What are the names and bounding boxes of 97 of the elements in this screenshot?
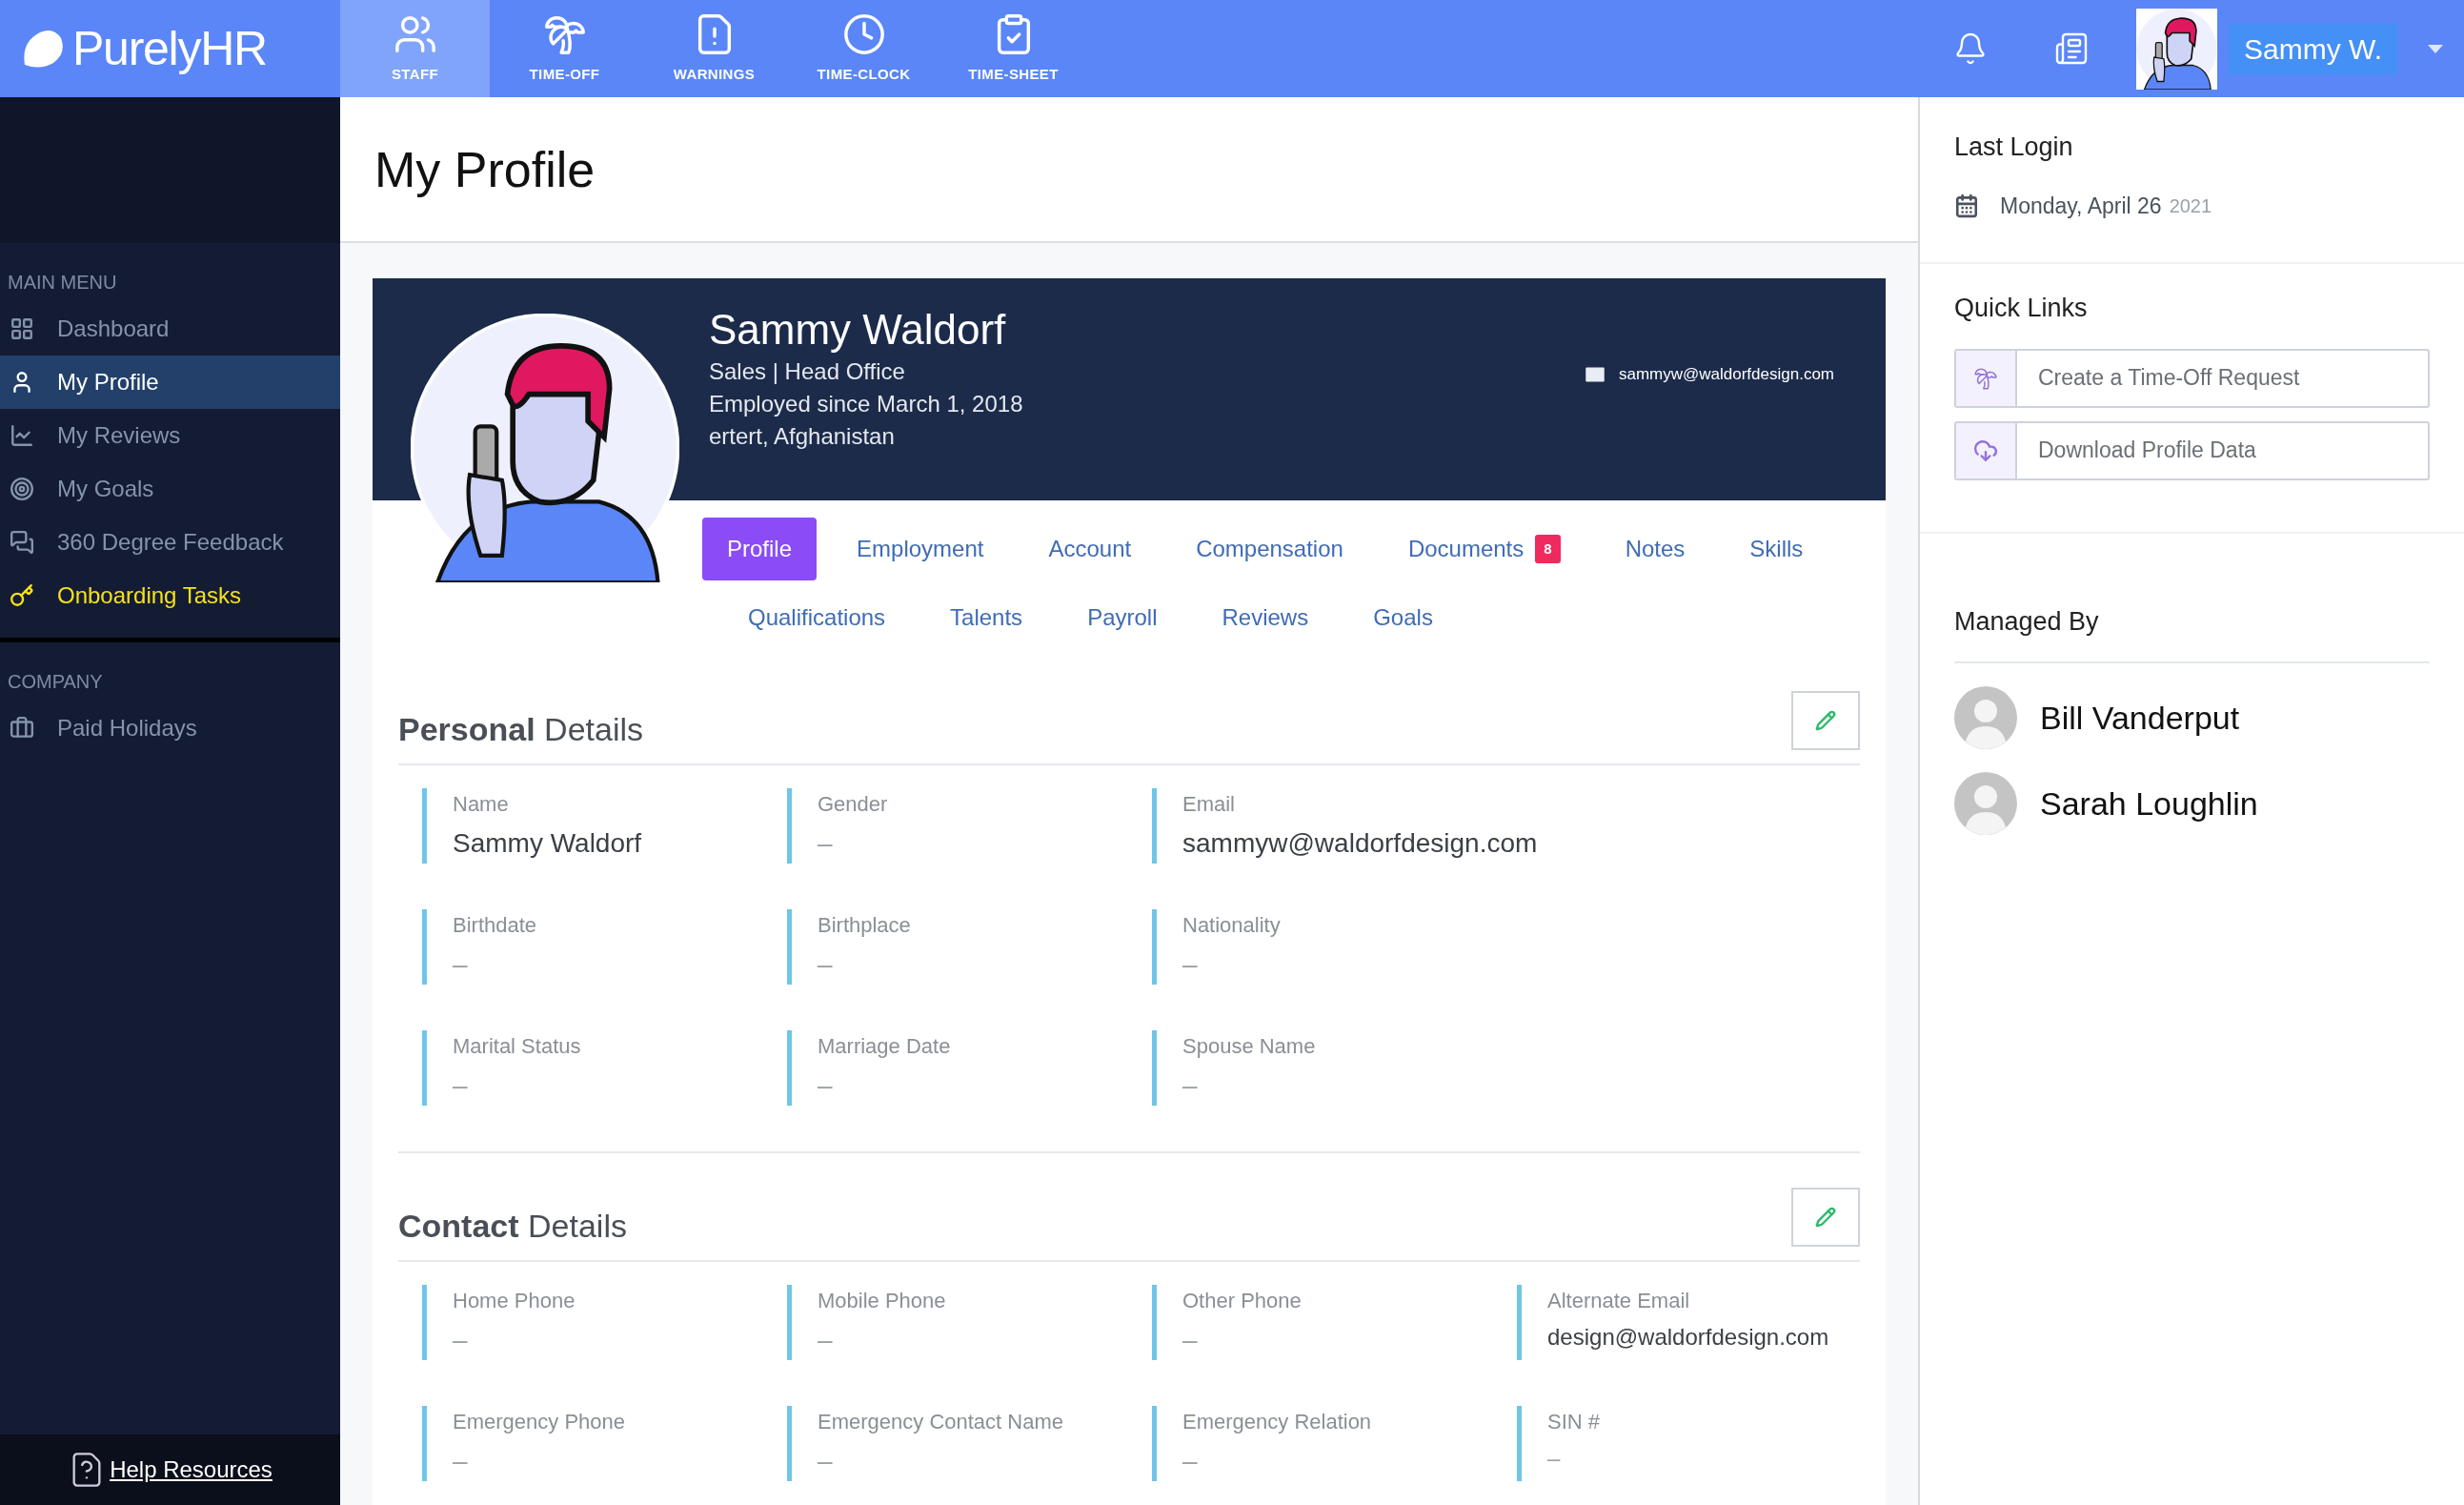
menu-icon	[10, 530, 34, 555]
panel-title: Last Login	[1954, 132, 2074, 163]
sidebar-item[interactable]: My Reviews	[0, 409, 340, 462]
profile-tab[interactable]: Notes	[1600, 518, 1710, 580]
sidebar-item[interactable]: My Goals	[0, 462, 340, 516]
last-login-year: 2021	[2169, 193, 2212, 218]
profile-tab[interactable]: Skills	[1725, 518, 1828, 580]
field-value: –	[818, 948, 834, 981]
field-value: –	[818, 1069, 834, 1102]
notification-bell-icon[interactable]	[1953, 31, 1988, 66]
field-value: sammyw@waldorfdesign.com	[1182, 827, 1539, 860]
profile-tab[interactable]: Profile	[702, 518, 818, 580]
sidebar-item[interactable]: 360 Degree Feedback	[0, 516, 340, 569]
field-label: Spouse Name	[1182, 1033, 1317, 1060]
profile-location: ertert, Afghanistan	[709, 422, 896, 451]
edit-button[interactable]	[1791, 1188, 1860, 1247]
caret-icon	[2428, 44, 2443, 53]
menu-icon	[10, 716, 34, 741]
news-icon[interactable]	[2054, 31, 2089, 66]
field-label: Mobile Phone	[818, 1288, 947, 1314]
field-label: Marital Status	[453, 1033, 582, 1060]
field-label: Email	[1182, 791, 1236, 818]
profile-email: sammyw@waldorfdesign.com	[1618, 364, 1834, 385]
menu-icon	[10, 583, 34, 608]
profile-employment: Employed since March 1, 2018	[709, 390, 1023, 418]
profile-tab[interactable]: Qualifications	[723, 586, 911, 649]
profile-tab[interactable]: Goals	[1348, 586, 1458, 649]
sidebar-item[interactable]: Onboarding Tasks	[0, 569, 340, 622]
field-label: Name	[453, 791, 510, 818]
profile-department: Sales | Head Office	[709, 357, 906, 386]
page-title: My Profile	[374, 140, 596, 199]
field-value: Sammy Waldorf	[453, 827, 643, 860]
field-label: Alternate Email	[1547, 1288, 1691, 1314]
field-value: –	[1547, 1444, 1562, 1473]
field-value: –	[1182, 1324, 1199, 1356]
field-value: –	[453, 1069, 469, 1102]
field-label: Birthdate	[453, 912, 538, 939]
nav-tab[interactable]: WARNINGS	[639, 0, 789, 97]
field-value: design@waldorfdesign.com	[1547, 1323, 1830, 1352]
quick-link[interactable]: Create a Time-Off Request	[1954, 348, 2430, 408]
profile-tab[interactable]: Employment	[832, 518, 1009, 580]
field-value: –	[1182, 948, 1199, 981]
field-value: –	[453, 948, 469, 981]
field-label: Birthplace	[818, 912, 912, 939]
field-label: Gender	[818, 791, 889, 818]
field-value: –	[453, 1445, 469, 1477]
field-label: SIN #	[1547, 1409, 1602, 1435]
edit-icon	[1815, 1207, 1836, 1228]
nav-tab[interactable]: TIME-SHEET	[939, 0, 1088, 97]
brand-name: PurelyHR	[72, 25, 267, 72]
menu-icon	[10, 316, 34, 341]
sidebar-item[interactable]: My Profile	[0, 356, 340, 409]
sidebar-item[interactable]: Dashboard	[0, 302, 340, 356]
sidebar-section-title: COMPANY	[7, 670, 104, 694]
profile-tab[interactable]: Documents 8	[1383, 518, 1585, 580]
field-value: –	[453, 1324, 469, 1356]
sidebar-section-title: MAIN MENU	[7, 271, 118, 295]
field-value: –	[818, 1445, 834, 1477]
profile-tab[interactable]: Talents	[925, 586, 1048, 649]
manager-name: Bill Vanderput	[2040, 698, 2240, 738]
field-label: Nationality	[1182, 912, 1282, 939]
field-label: Other Phone	[1182, 1288, 1303, 1314]
quick-link[interactable]: Download Profile Data	[1954, 420, 2430, 480]
field-label: Marriage Date	[818, 1033, 952, 1060]
field-label: Emergency Phone	[453, 1409, 626, 1435]
field-value: –	[818, 827, 834, 860]
field-label: Emergency Contact Name	[818, 1409, 1064, 1435]
field-value: –	[1182, 1445, 1199, 1477]
profile-tab[interactable]: Reviews	[1197, 586, 1334, 649]
panel-title: Quick Links	[1954, 293, 2089, 324]
manager-name: Sarah Loughlin	[2040, 783, 2258, 824]
field-label: Emergency Relation	[1182, 1409, 1373, 1435]
count-badge: 8	[1535, 534, 1561, 564]
nav-icon	[841, 11, 886, 56]
nav-tab[interactable]: TIME-CLOCK	[789, 0, 939, 97]
link-icon	[1973, 437, 1998, 463]
profile-name: Sammy Waldorf	[709, 305, 1007, 355]
field-value: –	[818, 1324, 834, 1356]
field-value: –	[1182, 1069, 1199, 1102]
field-label: Home Phone	[453, 1288, 576, 1314]
menu-icon	[10, 423, 34, 448]
calendar-icon	[1954, 193, 1979, 218]
logo-icon	[21, 29, 65, 69]
section-title: Contact Details	[398, 1207, 627, 1246]
avatar-icon	[1954, 772, 2017, 835]
last-login-date: Monday, April 26	[2000, 192, 2162, 220]
menu-icon	[10, 477, 34, 501]
avatar-icon	[1954, 686, 2017, 749]
panel-title: Managed By	[1954, 601, 2430, 663]
section-title: Personal Details	[398, 710, 643, 749]
edit-button[interactable]	[1791, 691, 1860, 750]
profile-tab[interactable]: Payroll	[1062, 586, 1182, 649]
nav-tab[interactable]: TIME-OFF	[490, 0, 639, 97]
sidebar-item[interactable]: Paid Holidays	[0, 702, 340, 755]
profile-tab[interactable]: Compensation	[1171, 518, 1368, 580]
edit-icon	[1815, 710, 1836, 731]
profile-tab[interactable]: Account	[1023, 518, 1157, 580]
